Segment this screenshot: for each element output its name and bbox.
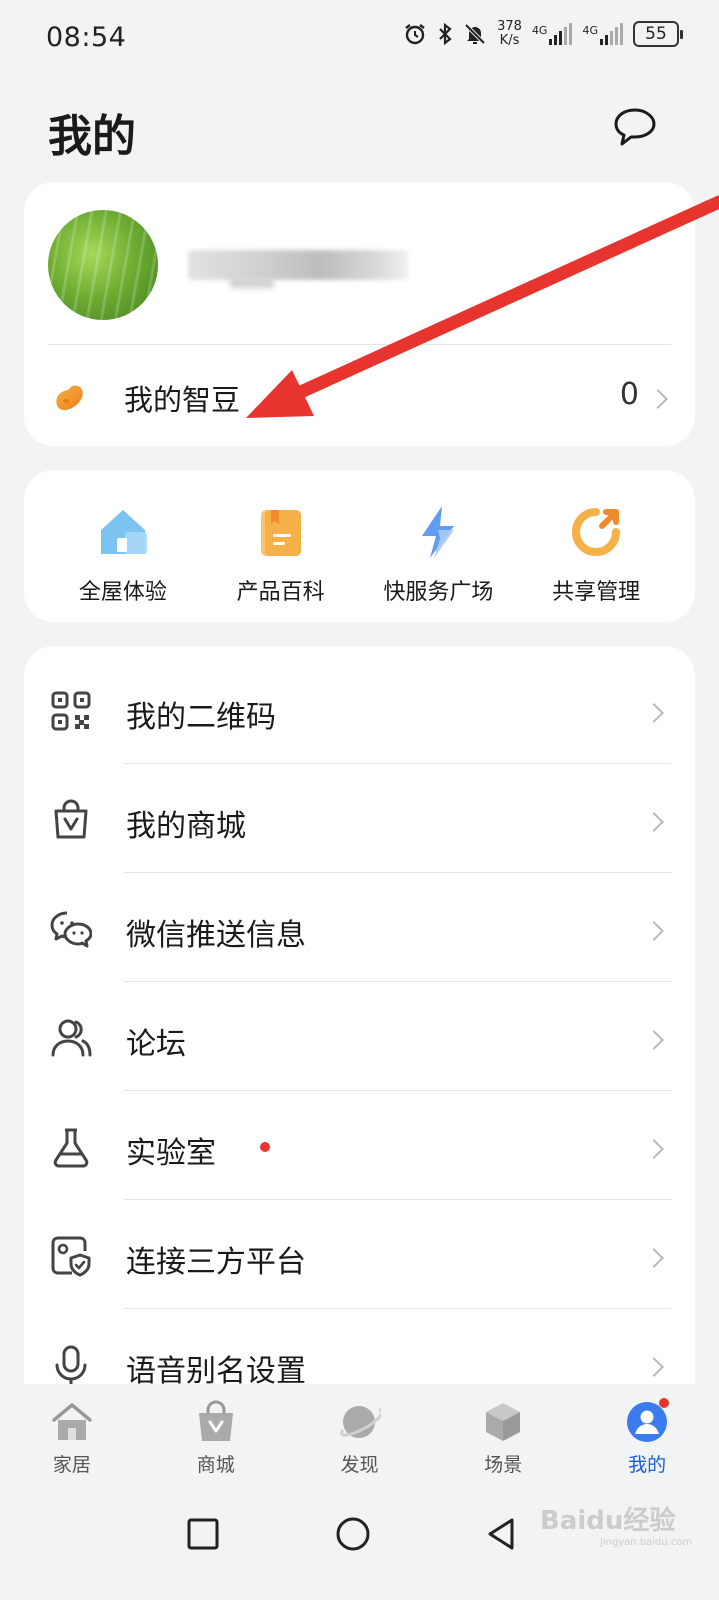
bluetooth-icon xyxy=(439,22,452,46)
page-title: 我的 xyxy=(48,111,136,162)
blurred-username xyxy=(188,250,408,280)
microphone-icon xyxy=(55,1345,87,1386)
quick-action-whole-house[interactable]: 全屋体验 xyxy=(48,470,198,622)
chevron-right-icon xyxy=(644,703,664,723)
my-beans-row[interactable]: 我的智豆 0 xyxy=(24,345,695,445)
chevron-right-icon xyxy=(644,1139,664,1159)
message-icon[interactable] xyxy=(612,106,658,148)
tab-scene[interactable]: 场景 xyxy=(431,1384,575,1486)
menu-item-qrcode[interactable]: 我的二维码 xyxy=(24,654,695,764)
battery-indicator: 55 xyxy=(633,21,683,47)
signal-bars-icon xyxy=(549,23,573,45)
recents-square-icon[interactable] xyxy=(183,1514,223,1554)
baidu-watermark: Baidu经验 jingyan.baidu.com xyxy=(540,1506,693,1548)
my-beans-count: 0 xyxy=(619,377,639,412)
my-beans-label: 我的智豆 xyxy=(124,383,241,417)
chevron-right-icon xyxy=(644,1357,664,1377)
chevron-right-icon xyxy=(644,921,664,941)
menu-item-forum[interactable]: 论坛 xyxy=(24,981,695,1091)
lightning-icon xyxy=(422,506,455,558)
alarm-icon xyxy=(405,24,425,45)
status-bar: 08:54 378 K/s 4G 4G 55 xyxy=(0,0,719,78)
home-circle-icon[interactable] xyxy=(333,1514,373,1554)
signal-2: 4G xyxy=(582,23,623,45)
tab-home[interactable]: 家居 xyxy=(0,1384,144,1486)
flask-icon xyxy=(53,1128,89,1168)
tab-discover[interactable]: 发现 xyxy=(288,1384,432,1486)
status-icons: 378 K/s 4G 4G 55 xyxy=(403,19,683,48)
tab-mall[interactable]: 商城 xyxy=(144,1384,288,1486)
qrcode-icon xyxy=(51,691,91,731)
profile-card: 我的智豆 0 xyxy=(24,182,695,446)
new-badge-dot xyxy=(260,1142,270,1152)
tab-mine[interactable]: 我的 xyxy=(575,1384,719,1486)
blurred-username-detail xyxy=(230,278,274,288)
chevron-right-icon xyxy=(644,1248,664,1268)
planet-tab-icon xyxy=(340,1406,382,1438)
mute-icon xyxy=(464,23,486,45)
menu-list-card: 我的二维码 我的商城 微信推送信息 论坛 实验室 连接三方平台 语音别名设置 xyxy=(24,646,695,1406)
bottom-tab-bar: 家居 商城 发现 场景 我的 xyxy=(0,1384,719,1486)
quick-action-share-manage[interactable]: 共享管理 xyxy=(521,470,671,622)
avatar[interactable] xyxy=(48,210,158,320)
wechat-icon xyxy=(50,911,92,948)
shield-link-icon xyxy=(51,1236,91,1277)
signal-1: 4G xyxy=(532,23,573,45)
menu-item-wechat-push[interactable]: 微信推送信息 xyxy=(24,872,695,982)
quick-action-product-wiki[interactable]: 产品百科 xyxy=(206,470,356,622)
book-icon xyxy=(260,510,301,556)
status-time: 08:54 xyxy=(46,22,127,53)
menu-item-mall[interactable]: 我的商城 xyxy=(24,763,695,873)
quick-action-fast-service[interactable]: 快服务广场 xyxy=(363,470,513,622)
menu-item-third-party[interactable]: 连接三方平台 xyxy=(24,1199,695,1309)
back-triangle-icon[interactable] xyxy=(481,1514,521,1554)
share-icon xyxy=(572,508,621,556)
signal-bars-icon xyxy=(600,23,623,45)
chevron-right-icon xyxy=(644,1030,664,1050)
quick-actions-card: 全屋体验 产品百科 快服务广场 共享管理 xyxy=(24,470,695,622)
network-speed: 378 K/s xyxy=(497,19,522,48)
chevron-right-icon xyxy=(648,389,668,409)
shopping-bag-icon xyxy=(54,799,88,839)
home-icon xyxy=(100,510,147,554)
mall-tab-icon xyxy=(198,1400,233,1441)
home-tab-icon xyxy=(52,1403,92,1440)
chevron-right-icon xyxy=(644,812,664,832)
people-icon xyxy=(51,1019,92,1057)
cube-tab-icon xyxy=(486,1403,521,1441)
menu-item-lab[interactable]: 实验室 xyxy=(24,1090,695,1200)
bean-icon xyxy=(56,385,83,411)
